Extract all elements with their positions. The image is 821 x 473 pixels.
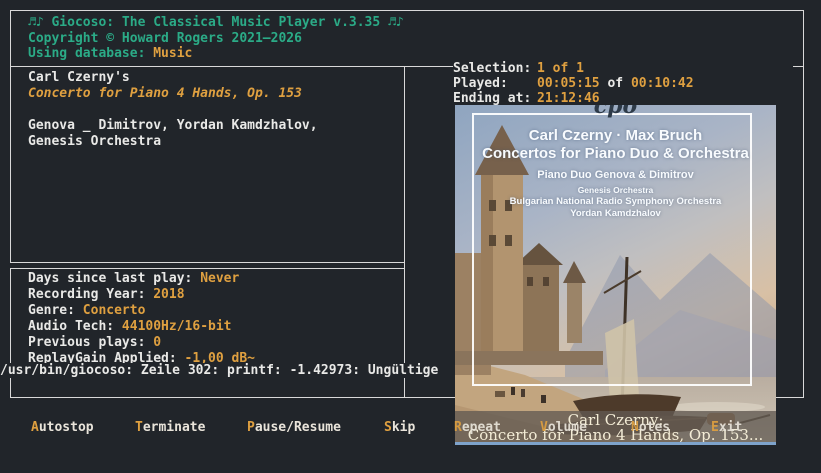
ending-label: Ending at: <box>453 91 537 106</box>
menu-item-exit[interactable]: Exit <box>711 421 742 435</box>
stat-value: Never <box>200 271 239 286</box>
stat-label: Genre: <box>28 303 83 318</box>
selection-label: Selection: <box>453 61 537 76</box>
menu-label-rest: ause/Resume <box>255 420 341 435</box>
menu-item-repeat[interactable]: Repeat <box>454 421 501 435</box>
error-line: /usr/bin/giocoso: Zeile 302: printf: -1.… <box>0 363 441 378</box>
stat-row-previous-plays: Previous plays: 0 <box>28 335 161 350</box>
stat-label: Previous plays: <box>28 335 153 350</box>
played-separator: of <box>600 76 631 91</box>
stat-value: 44100Hz/16-bit <box>122 319 232 334</box>
giocoso-terminal-screen: ♬♪ Giocoso: The Classical Music Player v… <box>0 0 821 473</box>
menu-item-terminate[interactable]: Terminate <box>135 421 205 435</box>
menu-label-rest: kip <box>392 420 415 435</box>
menu-item-skip[interactable]: Skip <box>384 421 415 435</box>
stat-value: 2018 <box>153 287 184 302</box>
menu-label-rest: xit <box>719 420 742 435</box>
album-art-window[interactable]: cpo Carl Czerny · Max Bruch Concertos fo… <box>455 105 776 445</box>
composer-line: Carl Czerny's <box>28 70 130 85</box>
ending-row: Ending at:21:12:46 <box>453 91 793 106</box>
album-composers: Carl Czerny · Max Bruch <box>455 127 776 145</box>
stat-row-genre: Genre: Concerto <box>28 303 145 318</box>
app-title: ♬♪ Giocoso: The Classical Music Player v… <box>28 15 404 30</box>
stat-label: Days since last play: <box>28 271 200 286</box>
album-cover-text: Carl Czerny · Max Bruch Concertos for Pi… <box>455 127 776 219</box>
album-conductor: Yordan Kamdzhalov <box>455 208 776 219</box>
menu-item-autostop[interactable]: Autostop <box>31 421 94 435</box>
hotkey-letter: E <box>711 420 719 435</box>
work-title: Concerto for Piano 4 Hands, Op. 153 <box>28 86 302 101</box>
played-elapsed: 00:05:15 <box>537 76 600 91</box>
hotkey-letter: S <box>384 420 392 435</box>
played-label: Played: <box>453 76 537 91</box>
stat-row-recording-year: Recording Year: 2018 <box>28 287 185 302</box>
album-window-bottom-strip <box>455 442 776 445</box>
played-total: 00:10:42 <box>631 76 694 91</box>
album-artists-1: Piano Duo Genova & Dimitrov <box>455 169 776 182</box>
hotkey-letter: T <box>135 420 143 435</box>
hotkey-letter: N <box>631 420 639 435</box>
selection-value: 1 of 1 <box>537 61 584 76</box>
stat-value: Concerto <box>83 303 146 318</box>
menu-item-pause-resume[interactable]: Pause/Resume <box>247 421 341 435</box>
cpo-label-logo: cpo <box>455 105 776 117</box>
hotkey-letter: P <box>247 420 255 435</box>
performers-line-1: Genova _ Dimitrov, Yordan Kamdzhalov, <box>28 118 318 133</box>
database-label: Using database: <box>28 46 153 61</box>
played-row: Played:00:05:15 of 00:10:42 <box>453 76 793 91</box>
album-artists-2: Genesis Orchestra <box>455 185 776 195</box>
menu-label-rest: erminate <box>143 420 206 435</box>
menu-label-rest: otes <box>639 420 670 435</box>
stat-label: Audio Tech: <box>28 319 122 334</box>
hotkey-letter: R <box>454 420 462 435</box>
album-artists-3: Bulgarian National Radio Symphony Orches… <box>455 196 776 207</box>
album-title: Concertos for Piano Duo & Orchestra <box>455 145 776 162</box>
stat-row-audio-tech: Audio Tech: 44100Hz/16-bit <box>28 319 232 334</box>
performers-line-2: Genesis Orchestra <box>28 134 161 149</box>
stat-label: Recording Year: <box>28 287 153 302</box>
database-value: Music <box>153 46 192 61</box>
menu-label-rest: olume <box>548 420 587 435</box>
database-line: Using database: Music <box>28 46 192 61</box>
hotkey-letter: A <box>31 420 39 435</box>
stat-value: 0 <box>153 335 161 350</box>
menu-label-rest: utostop <box>39 420 94 435</box>
menu-item-notes[interactable]: Notes <box>631 421 670 435</box>
copyright-line: Copyright © Howard Rogers 2021–2026 <box>28 31 302 46</box>
stat-row-last-play: Days since last play: Never <box>28 271 239 286</box>
ending-value: 21:12:46 <box>537 91 600 106</box>
menu-item-volume[interactable]: Volume <box>540 421 587 435</box>
selection-row: Selection:1 of 1 <box>453 61 793 76</box>
hotkey-letter: V <box>540 420 548 435</box>
menu-label-rest: epeat <box>462 420 501 435</box>
